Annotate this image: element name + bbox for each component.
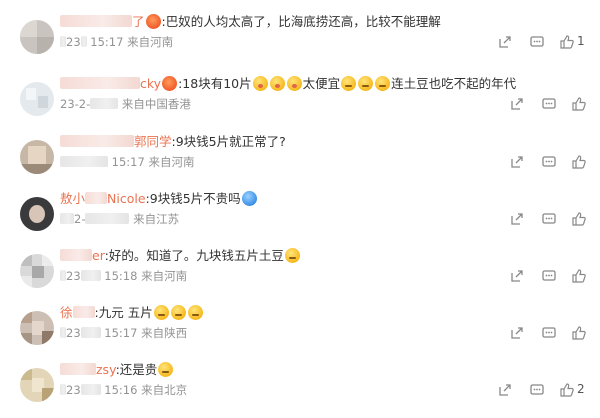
comment-meta: 23-2- 来自中国香港 (60, 97, 191, 111)
thinking-emoji-icon (375, 76, 391, 91)
comment-content: :好的。知道了。九块钱五片土豆 (104, 248, 284, 263)
comment-content: 连土豆也吃不起的年代 (391, 76, 517, 91)
username[interactable]: zsy (60, 362, 116, 377)
thinking-emoji-icon (158, 362, 174, 377)
username[interactable]: cky (60, 76, 161, 91)
comment-content: :9块钱5片就正常了? (171, 134, 286, 149)
comment-content: :还是贵 (115, 362, 158, 377)
comment-text-line: 敖小 Nicole:9块钱5片不贵吗 (60, 191, 258, 207)
comment-meta: 23 15:17 来自陕西 (60, 325, 187, 341)
comment-text-line: er:好的。知道了。九块钱五片土豆 (60, 248, 301, 264)
comment-text-line: 了 :巴奴的人均太高了，比海底捞还高，比较不能理解 (60, 14, 441, 30)
comment-text-line: 徐:九元 五片 (60, 305, 204, 321)
comment-meta: 23 15:17 来自河南 (60, 34, 173, 50)
share-icon[interactable] (497, 382, 513, 398)
comment-meta: 2- 来自江苏 (60, 211, 179, 227)
comment-icon[interactable] (541, 268, 557, 284)
comment-meta: 15:17 来自河南 (60, 154, 194, 170)
share-icon[interactable] (509, 325, 525, 341)
comment-content: :18块有10片 (178, 76, 252, 91)
comment-item: 了 :巴奴的人均太高了，比海底捞还高，比较不能理解 23 15:17 来自河南 1 (0, 14, 600, 70)
username[interactable]: 敖小 Nicole (60, 191, 146, 206)
share-icon[interactable] (497, 34, 513, 50)
avatar[interactable] (20, 254, 54, 288)
comment-icon[interactable] (541, 211, 557, 227)
emoji-icon (145, 14, 161, 29)
comment-content: 太便宜 (302, 76, 341, 91)
avatar[interactable] (20, 140, 54, 174)
avatar[interactable] (20, 197, 54, 231)
comment-text-line: zsy:还是贵 (60, 362, 174, 378)
comment-icon[interactable] (541, 154, 557, 170)
username[interactable]: er (60, 248, 105, 263)
emoji-icon (162, 76, 178, 91)
like-count: 1 (577, 34, 585, 48)
pout-emoji-icon (286, 76, 302, 91)
comment-item: er:好的。知道了。九块钱五片土豆 23 15:18 来自河南 (0, 248, 600, 304)
comment-item: 郭同学:9块钱5片就正常了? 15:17 来自河南 (0, 134, 600, 190)
comment-icon[interactable] (541, 96, 557, 112)
comment-item: 敖小 Nicole:9块钱5片不贵吗 2- 来自江苏 (0, 191, 600, 247)
comment-content: :巴奴的人均太高了，比海底捞还高，比较不能理解 (161, 14, 441, 29)
comment-content: :9块钱5片不贵吗 (145, 191, 241, 206)
like-icon[interactable]: 1 (559, 34, 585, 50)
like-icon[interactable] (571, 96, 587, 112)
comment-content: :九元 五片 (94, 305, 153, 320)
pout-emoji-icon (252, 76, 268, 91)
pout-emoji-icon (269, 76, 285, 91)
thinking-emoji-icon (284, 248, 300, 263)
comment-item: 徐:九元 五片 23 15:17 来自陕西 (0, 305, 600, 361)
comment-text-line: cky :18块有10片 太便宜 连土豆也吃不起的年代 (60, 76, 516, 92)
avatar[interactable] (20, 368, 54, 402)
like-icon[interactable]: 2 (559, 382, 585, 398)
thinking-emoji-icon (153, 305, 169, 320)
share-icon[interactable] (509, 96, 525, 112)
avatar[interactable] (20, 20, 54, 54)
comment-icon[interactable] (529, 34, 545, 50)
share-icon[interactable] (509, 154, 525, 170)
comment-item: zsy:还是贵 23 15:16 来自北京 2 (0, 362, 600, 418)
comment-meta: 23 15:18 来自河南 (60, 268, 187, 284)
like-icon[interactable] (571, 325, 587, 341)
comment-meta: 23 15:16 来自北京 (60, 382, 187, 398)
like-icon[interactable] (571, 211, 587, 227)
avatar[interactable] (20, 82, 54, 116)
like-icon[interactable] (571, 154, 587, 170)
username[interactable]: 了 (60, 14, 145, 29)
like-icon[interactable] (571, 268, 587, 284)
crying-emoji-icon (241, 191, 257, 206)
comment-icon[interactable] (541, 325, 557, 341)
thinking-emoji-icon (358, 76, 374, 91)
share-icon[interactable] (509, 211, 525, 227)
comment-text-line: 郭同学:9块钱5片就正常了? (60, 134, 286, 150)
avatar[interactable] (20, 311, 54, 345)
username[interactable]: 郭同学 (60, 134, 172, 149)
thinking-emoji-icon (341, 76, 357, 91)
comment-icon[interactable] (529, 382, 545, 398)
thinking-emoji-icon (170, 305, 186, 320)
comment-item: cky :18块有10片 太便宜 连土豆也吃不起的年代 23-2- 来自中国香港 (0, 76, 600, 132)
like-count: 2 (577, 382, 585, 396)
username[interactable]: 徐 (60, 305, 95, 320)
share-icon[interactable] (509, 268, 525, 284)
thinking-emoji-icon (187, 305, 203, 320)
